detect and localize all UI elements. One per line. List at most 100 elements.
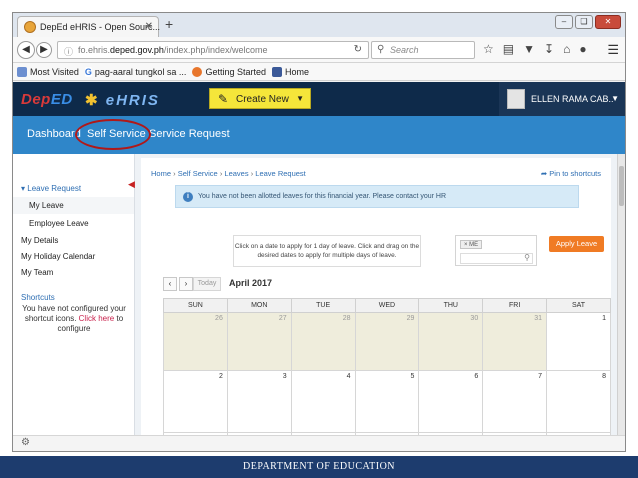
next-month-icon[interactable]: › <box>179 277 193 291</box>
close-tab-icon[interactable]: ✕ <box>145 21 153 32</box>
calendar-day-cell[interactable]: 5 <box>354 370 420 433</box>
calendar-day-cell[interactable]: 3 <box>226 370 292 433</box>
calendar-day-cell[interactable]: 4 <box>290 370 356 433</box>
info-alert: i You have not been allotted leaves for … <box>175 185 579 208</box>
info-message: You have not been allotted leaves for th… <box>198 193 447 200</box>
calendar-day-cell[interactable]: 8 <box>546 370 611 433</box>
browser-search-input[interactable]: ⚲ Search <box>371 41 475 59</box>
sidebar-item-my-details[interactable]: My Details <box>21 236 58 245</box>
ehris-logo[interactable]: ✱ eHRIS <box>85 91 160 109</box>
calendar-day-cell[interactable]: 27 <box>226 312 292 371</box>
filter-search-input[interactable]: ⚲ <box>460 253 533 264</box>
breadcrumb-leave-request[interactable]: Leave Request <box>255 169 305 178</box>
pocket-icon[interactable]: ▼ <box>523 42 535 56</box>
restore-icon[interactable]: ❑ <box>575 15 593 29</box>
calendar-day-cell[interactable]: 30 <box>418 312 484 371</box>
configure-shortcuts-link[interactable]: Click here <box>79 314 115 323</box>
breadcrumb-self-service[interactable]: Self Service <box>178 169 218 178</box>
toolbar-icons: ☆ ▤ ▼ ↧ ⌂ ● <box>483 42 587 56</box>
new-tab-button[interactable]: + <box>165 16 173 32</box>
browser-tab[interactable]: DepEd eHRIS - Open Sourc... ✕ <box>17 16 160 37</box>
address-bar[interactable]: ⓘ fo.ehris.deped.gov.ph/index.php/index/… <box>57 41 369 59</box>
weekday-header: FRI <box>482 298 548 313</box>
leave-calendar: SUN MON TUE WED THU FRI SAT 26 27 28 29 <box>163 298 611 435</box>
app-header: DepED ✱ eHRIS ✎ Create New ▼ ELLEN RAMA … <box>13 82 625 116</box>
today-button[interactable]: Today <box>193 277 221 291</box>
bookmark-getting-started[interactable]: Getting Started <box>192 66 266 77</box>
vertical-scrollbar[interactable] <box>617 154 625 435</box>
calendar-day-cell[interactable]: 6 <box>418 370 484 433</box>
facebook-icon <box>271 66 282 77</box>
slide-footer: DEPARTMENT OF EDUCATION <box>0 456 638 478</box>
deped-logo[interactable]: DepED <box>21 91 73 108</box>
menu-service-request[interactable]: Service Request <box>149 128 230 140</box>
calendar-day-cell[interactable]: 1 <box>546 312 611 371</box>
reload-icon[interactable]: ↻ <box>354 44 362 55</box>
breadcrumb-home[interactable]: Home <box>151 169 171 178</box>
calendar-week-row: 26 27 28 29 30 31 1 <box>163 312 611 371</box>
calendar-day-cell[interactable]: 26 <box>163 312 228 371</box>
folder-icon <box>17 66 27 77</box>
sidebar-item-leave-request[interactable]: ▾ Leave Request <box>21 184 81 193</box>
bookmark-label: Home <box>284 66 309 77</box>
filter-tag-me[interactable]: × ME <box>460 240 483 249</box>
pin-to-shortcuts-link[interactable]: ➦ Pin to shortcuts <box>541 169 601 178</box>
weekday-header: THU <box>418 298 484 313</box>
sidebar-item-my-leave[interactable]: My Leave <box>13 197 134 214</box>
weekday-header: TUE <box>290 298 356 313</box>
minimize-icon[interactable]: – <box>555 15 573 29</box>
hint-text: Click on a date to apply for 1 day of le… <box>234 243 420 250</box>
calendar-day-cell[interactable]: 7 <box>482 370 548 433</box>
back-arrow-icon[interactable]: ◀ <box>17 41 35 59</box>
sidebar-item-my-holiday-calendar[interactable]: My Holiday Calendar <box>21 252 95 261</box>
user-menu[interactable]: ELLEN RAMA CAB.. ▼ <box>499 82 625 116</box>
navigation-bar: ◀ ▶ ⓘ fo.ehris.deped.gov.ph/index.php/in… <box>13 37 625 63</box>
create-new-button[interactable]: ✎ Create New ▼ <box>209 88 311 109</box>
hamburger-menu-icon[interactable]: ☰ <box>607 42 619 58</box>
sidebar-item-my-team[interactable]: My Team <box>21 268 53 277</box>
bookmark-most-visited[interactable]: Most Visited <box>17 66 79 77</box>
bookmark-label: Getting Started <box>205 66 266 77</box>
month-title: April 2017 <box>229 278 273 288</box>
bookmark-star-icon[interactable]: ☆ <box>483 42 494 56</box>
calendar-day-cell[interactable]: 2 <box>163 370 228 433</box>
download-icon[interactable]: ↧ <box>544 42 554 56</box>
gear-icon[interactable]: ⚙ <box>21 437 30 448</box>
page-content: ▾ Leave Request ◀ My Leave Employee Leav… <box>13 154 617 435</box>
deped-favicon-icon <box>24 21 36 33</box>
employee-filter[interactable]: × ME ⚲ <box>455 235 537 266</box>
calendar-navigation: ‹ › <box>163 277 193 291</box>
sidebar-item-employee-leave[interactable]: Employee Leave <box>13 215 134 232</box>
scrollbar-thumb[interactable] <box>619 166 624 206</box>
prev-month-icon[interactable]: ‹ <box>163 277 177 291</box>
url-host: deped.gov.ph <box>110 45 164 55</box>
menu-dashboard[interactable]: Dashboard <box>27 128 81 140</box>
logo-ehris-text: eHRIS <box>105 92 160 109</box>
active-marker-icon: ◀ <box>128 179 135 189</box>
apply-leave-button[interactable]: Apply Leave <box>549 236 604 252</box>
breadcrumb-separator: › <box>250 169 254 178</box>
forward-arrow-icon[interactable]: ▶ <box>36 42 52 58</box>
url-prefix: fo.ehris. <box>78 45 111 55</box>
sidebar-item-label: Leave Request <box>27 184 82 193</box>
breadcrumb-leaves[interactable]: Leaves <box>224 169 248 178</box>
reading-list-icon[interactable]: ▤ <box>503 42 514 56</box>
edit-pen-icon: ✎ <box>218 92 229 106</box>
chat-icon[interactable]: ● <box>579 42 586 56</box>
main-menu-bar: Dashboard Self Service Service Request <box>13 116 625 154</box>
calendar-day-cell[interactable]: 28 <box>290 312 356 371</box>
calendar-day-cell[interactable]: 31 <box>482 312 548 371</box>
bookmark-home[interactable]: Home <box>271 66 309 77</box>
calendar-day-cell[interactable]: 29 <box>354 312 420 371</box>
search-icon: ⚲ <box>377 44 385 55</box>
weekday-header: WED <box>354 298 420 313</box>
status-bar <box>13 435 625 451</box>
home-icon[interactable]: ⌂ <box>563 42 570 56</box>
logo-dep-text: Dep <box>21 91 51 108</box>
pin-icon: ➦ <box>540 169 548 178</box>
bookmark-pag-aaral[interactable]: Gpag-aaral tungkol sa ... <box>84 66 186 77</box>
logo-ed-text: ED <box>50 91 73 108</box>
close-window-icon[interactable]: ✕ <box>595 15 621 29</box>
star-logo-icon: ✱ <box>85 92 100 109</box>
site-info-icon[interactable]: ⓘ <box>64 45 73 58</box>
